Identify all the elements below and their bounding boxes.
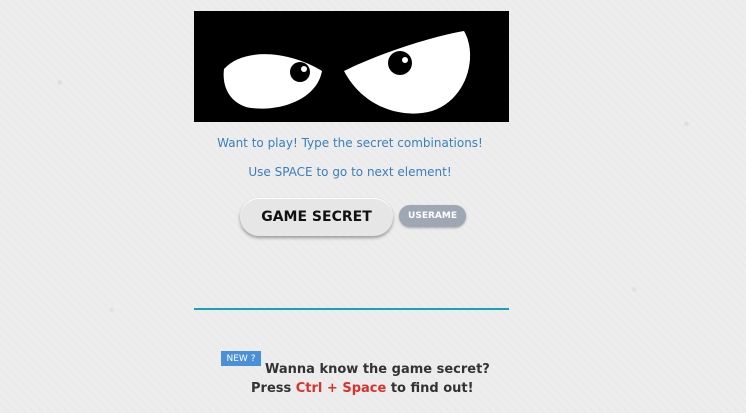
- new-badge: NEW ?: [221, 351, 261, 366]
- instruction-line-1: Want to play! Type the secret combinatio…: [217, 136, 483, 150]
- promo-press-text: Press: [251, 381, 292, 396]
- divider: [194, 308, 509, 310]
- game-secret-button[interactable]: GAME SECRET: [240, 198, 393, 236]
- promo-headline: Wanna know the game secret?: [265, 362, 490, 377]
- username-button[interactable]: USERAME: [399, 205, 466, 227]
- shortcut-text: Ctrl + Space: [295, 381, 387, 396]
- promo-suffix-text: to find out!: [390, 381, 474, 396]
- instruction-line-2: Use SPACE to go to next element!: [248, 165, 452, 179]
- promo-instruction: Press Ctrl + Space to find out!: [251, 381, 474, 396]
- hero-image: [194, 11, 509, 122]
- angry-eyes-icon: [194, 11, 509, 122]
